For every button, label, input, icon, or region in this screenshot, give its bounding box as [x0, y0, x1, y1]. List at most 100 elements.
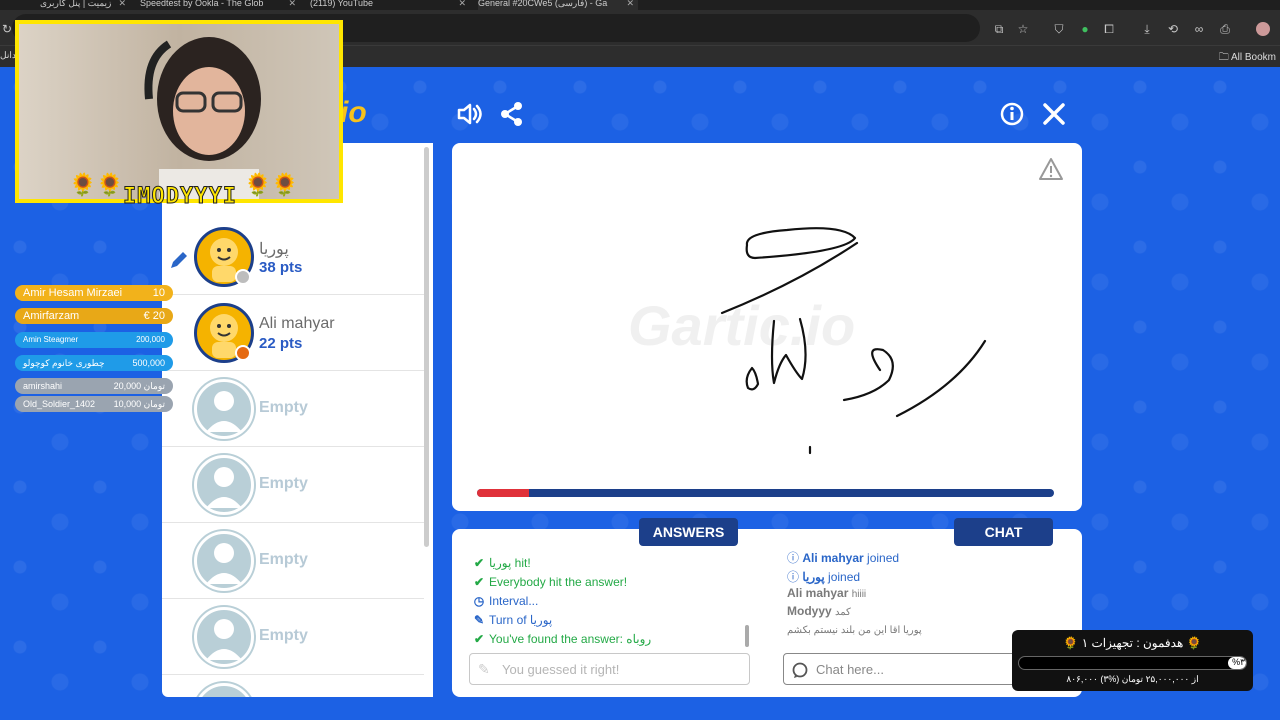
browser-tab[interactable]: (2119) YouTube ✕ [310, 0, 470, 10]
close-icon[interactable]: ✕ [626, 0, 634, 8]
donation-amount: 500,000 [132, 358, 165, 368]
chat-line: ⓘ Ali mahyar joined [787, 549, 899, 565]
close-icon[interactable]: ✕ [288, 0, 296, 8]
player-name: Ali mahyar [259, 315, 335, 332]
check-icon: ✔ [473, 556, 485, 570]
info-icon[interactable] [998, 100, 1026, 128]
profile-avatar-icon[interactable] [1256, 22, 1270, 36]
donor-name: amirshahi [23, 381, 63, 391]
players-scrollbar[interactable] [424, 147, 429, 547]
browser-tab-active[interactable]: General #20CWe5 (فارسی) - Ga ✕ [478, 0, 638, 10]
chat-line: Ali mahyar hiiii [787, 586, 866, 602]
player-row-empty: Empty [162, 447, 424, 523]
webcam-overlay: 🌻🌻 🌻🌻 [15, 20, 343, 203]
player-row[interactable]: پوریا 38 pts [162, 219, 424, 295]
chat-text: پوریا اقا این من بلند نیستم بکشم [787, 625, 922, 636]
empty-slot-label: Empty [259, 551, 308, 568]
chat-user: Ali mahyar [802, 551, 864, 565]
check-icon: ✔ [473, 632, 485, 646]
answers-tab[interactable]: ANSWERS [639, 518, 738, 546]
install-icon[interactable]: ⧉ [992, 22, 1006, 36]
chat-text: joined [828, 570, 861, 584]
empty-slot-label: Empty [259, 399, 308, 416]
empty-avatar [194, 455, 254, 515]
answer-input[interactable]: ✎ You guessed it right! [469, 653, 750, 685]
pencil-icon: ✎ [473, 613, 485, 627]
browser-tab[interactable]: زیمیت | پنل کاربری ✕ [40, 0, 130, 10]
reload-icon[interactable]: ↻ [0, 22, 14, 36]
close-icon[interactable]: ✕ [458, 0, 466, 8]
player-row-partial [162, 675, 424, 697]
chat-tab[interactable]: CHAT [954, 518, 1053, 546]
donation-item: Amirfarzam € 20 [15, 308, 173, 324]
browser-tab[interactable]: Speedtest by Ookla - The Glob ✕ [140, 0, 300, 10]
gartic-logo: io [340, 96, 367, 129]
answer-text: پوریا hit! [489, 556, 531, 570]
goal-title: 🌻 هدفمون : تجهیزات ۱ 🌻 [1012, 636, 1253, 650]
donation-item: amirshahi 20,000 تومان [15, 378, 173, 394]
goal-title-text: هدفمون : تجهیزات ۱ [1081, 636, 1184, 650]
sound-icon[interactable] [456, 100, 484, 128]
answer-text: Turn of پوریا [489, 613, 553, 627]
donor-name: Amir Hesam Mirzaei [23, 287, 123, 299]
link-icon[interactable]: ∞ [1192, 22, 1206, 36]
close-icon[interactable] [1040, 100, 1068, 128]
goal-subtitle: ۸۰۶,۰۰۰ از ۲۵,۰۰۰,۰۰۰ تومان (%۳) [1066, 674, 1199, 684]
answer-text: You've found the answer: روباه [489, 632, 652, 646]
answer-text: Everybody hit the answer! [489, 575, 628, 589]
status-dot [235, 269, 251, 285]
sunflower-icon: 🌻 [1063, 636, 1082, 650]
round-timer-fill [477, 489, 529, 497]
donation-goal-widget: 🌻 هدفمون : تجهیزات ۱ 🌻 %۳ ۸۰۶,۰۰۰ از ۲۵,… [1012, 630, 1253, 691]
close-icon[interactable]: ✕ [118, 0, 126, 8]
puzzle-icon[interactable]: ⧠ [1102, 22, 1116, 36]
drawing-canvas[interactable]: Gartic.io [452, 143, 1082, 511]
answer-text: Interval... [489, 594, 539, 608]
answer-line: ✔ پوریا hit! [472, 556, 531, 572]
chat-line: ⓘ پوریا joined [787, 568, 860, 584]
chat-text: hiiii [851, 589, 867, 600]
info-icon: ⓘ [787, 570, 803, 584]
shield-icon[interactable]: ⛉ [1052, 22, 1066, 36]
donation-amount: 20,000 تومان [113, 381, 165, 391]
download-icon[interactable]: ⤓ [1140, 22, 1154, 36]
chat-user: Modyyy [787, 604, 832, 618]
chat-user: پوریا [802, 570, 825, 584]
extension-badge-icon[interactable]: ● [1078, 22, 1092, 36]
all-bookmarks[interactable]: 🗀 All Bookm [1219, 50, 1276, 67]
chat-user: Ali mahyar [787, 586, 849, 600]
donation-item: Amir Hesam Mirzaei 10 [15, 285, 173, 301]
round-timer-bar [477, 489, 1054, 497]
pencil-icon [171, 252, 187, 268]
bookmark-item[interactable]: دانل [0, 50, 16, 61]
answer-line: ◷ Interval... [472, 594, 539, 610]
donor-name: Amin Steagmer [23, 335, 79, 344]
check-icon: ✔ [473, 575, 485, 589]
chat-line: پوریا اقا این من بلند نیستم بکشم [787, 622, 922, 638]
answer-line: ✔ Everybody hit the answer! [472, 575, 627, 591]
share-icon[interactable] [498, 100, 526, 128]
player-row-empty: Empty [162, 523, 424, 599]
streamer-name: IMODYYYI [123, 184, 237, 210]
empty-avatar [194, 607, 254, 667]
donation-amount: 10 [152, 287, 165, 299]
answers-scrollbar[interactable] [745, 625, 749, 647]
goal-percent: %۳ [1232, 657, 1245, 667]
answer-line: ✎ Turn of پوریا [472, 613, 552, 629]
donor-name: Amirfarzam [23, 310, 80, 322]
donation-item: Amin Steagmer 200,000 [15, 332, 173, 348]
donation-amount: € 20 [143, 310, 165, 322]
donation-item: چطوری خانوم کوچولو 500,000 [15, 355, 173, 371]
player-points: 22 pts [259, 335, 303, 352]
answer-line: ✔ You've found the answer: روباه [472, 632, 651, 648]
history-icon[interactable]: ⟲ [1166, 22, 1180, 36]
print-icon[interactable]: ⎙ [1218, 22, 1232, 36]
pencil-icon: ✎ [478, 661, 490, 677]
goal-progress-bar [1018, 656, 1247, 670]
player-row[interactable]: Ali mahyar 22 pts [162, 295, 424, 371]
chat-input[interactable]: Chat here... [783, 653, 1023, 685]
star-icon[interactable]: ☆ [1016, 22, 1030, 36]
answer-input-placeholder: You guessed it right! [502, 662, 620, 677]
chat-bubble-icon [792, 662, 808, 678]
browser-tab-bar: زیمیت | پنل کاربری ✕ Speedtest by Ookla -… [0, 0, 1280, 10]
